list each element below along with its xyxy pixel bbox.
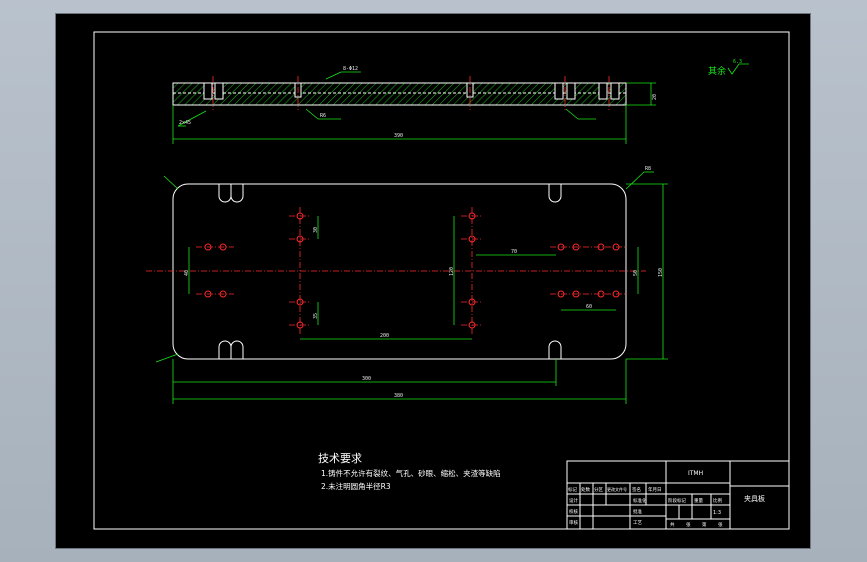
chamfer-callout: 2x45 <box>179 120 191 126</box>
tb-weight: 重量 <box>694 497 703 504</box>
tb-header-mark: 标记 <box>568 486 577 493</box>
scale-value: 1:3 <box>713 510 721 516</box>
hole-callout: 8-Φ12 <box>343 66 358 72</box>
left-pitch-dim: 40 <box>184 270 190 276</box>
front-total-dim: 390 <box>394 133 403 139</box>
plan-dimensions <box>155 171 668 404</box>
tb-header-change-doc: 更改文件号 <box>607 486 627 492</box>
tb-stage-mark: 阶段标记 <box>668 497 686 504</box>
tb-standardization: 标准化 <box>633 497 647 504</box>
right-hole-span-dim: 60 <box>586 304 592 310</box>
tb-total: 共 <box>670 521 675 528</box>
tb-role-review: 审核 <box>569 519 578 526</box>
lower-pitch-dim: 35 <box>313 313 319 319</box>
tb-sheet-no: 第 <box>702 521 707 528</box>
cad-viewport[interactable]: 390 20 8-Φ12 2x45 R6 其余 6.3 380 300 150 … <box>55 13 811 549</box>
surface-note-label: 其余 <box>708 65 726 77</box>
corner-slots <box>218 184 562 359</box>
title-block: ITMH 夹具板 1:3 标记 处数 分区 更改文件号 签名 年月日 设计 校核… <box>566 460 790 530</box>
surface-note: 其余 6.3 <box>708 59 749 77</box>
tb-header-date: 年月日 <box>648 486 662 493</box>
cad-drawing: 390 20 8-Φ12 2x45 R6 其余 6.3 380 300 150 … <box>93 31 790 530</box>
plan-slot-span-dim: 300 <box>362 376 371 382</box>
part-name: 夹具板 <box>744 494 765 503</box>
slot-callout: R6 <box>320 113 326 119</box>
plan-holes <box>196 207 627 334</box>
tb-role-design: 设计 <box>569 497 578 504</box>
tech-heading: 技术要求 <box>318 452 362 465</box>
corner-radius-dim: R8 <box>645 166 651 172</box>
plate-thickness-dim: 20 <box>652 94 658 100</box>
section-view: 390 20 8-Φ12 2x45 R6 <box>172 66 658 144</box>
tb-approve: 批准 <box>633 508 642 515</box>
tb-sheet: 张 <box>718 521 723 528</box>
tech-item-1: 1.铸件不允许有裂纹、气孔、砂眼、缩松、夹渣等缺陷 <box>321 468 501 478</box>
tb-header-count: 处数 <box>581 486 590 493</box>
plan-total-dim: 380 <box>394 393 403 399</box>
tb-scale-label: 比例 <box>713 497 722 504</box>
tb-header-zone: 分区 <box>594 486 603 493</box>
tb-role-check: 校核 <box>569 508 578 515</box>
tb-header-sign: 签名 <box>632 486 641 493</box>
right-offset-dim: 70 <box>511 249 517 255</box>
tech-item-2: 2.未注明圆角半径R3 <box>321 481 391 491</box>
center-span-dim: 200 <box>380 333 389 339</box>
tech-requirements: 技术要求 1.铸件不允许有裂纹、气孔、砂眼、缩松、夹渣等缺陷 2.未注明圆角半径… <box>318 452 501 491</box>
tb-sheets: 张 <box>686 521 691 528</box>
part-code: ITMH <box>688 470 703 477</box>
upper-pitch-dim: 30 <box>313 227 319 233</box>
drawing-frame <box>93 31 790 530</box>
inner-span-dim: 120 <box>449 267 455 276</box>
surface-note-value: 6.3 <box>733 59 742 65</box>
tb-role-process: 工艺 <box>633 520 642 526</box>
right-pitch-dim: 50 <box>633 270 639 276</box>
plate-outline <box>172 183 627 360</box>
plan-view: 380 300 150 200 70 40 30 35 120 50 60 R8 <box>146 166 668 404</box>
plan-width-dim: 150 <box>658 268 664 277</box>
